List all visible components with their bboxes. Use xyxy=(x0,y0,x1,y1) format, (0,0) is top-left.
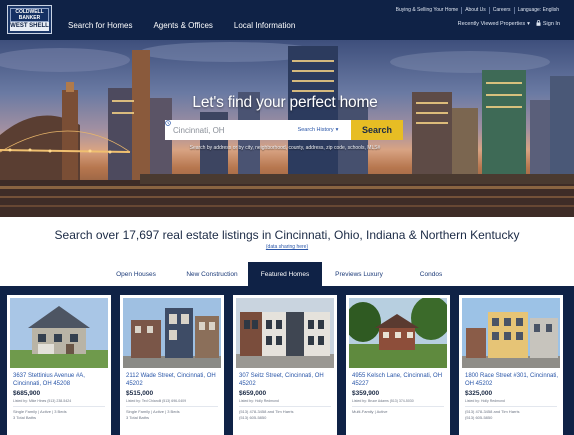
nav-local-information[interactable]: Local Information xyxy=(234,20,295,34)
listing-price: $359,900 xyxy=(352,390,380,397)
card-divider xyxy=(239,406,331,407)
listing-price: $659,000 xyxy=(239,390,267,397)
listing-tabs: Open Houses New Construction Featured Ho… xyxy=(96,262,466,286)
listing-meta: (513) 478-3458 and Tim Harris (513) 605-… xyxy=(465,409,560,420)
logo-top-text: COLDWELL BANKER xyxy=(10,8,49,22)
search-history-label: Search History xyxy=(297,127,334,133)
listing-meta-line: (513) 605-5850 xyxy=(465,414,493,420)
listing-address[interactable]: 307 Seitz Street, Cincinnati, OH 45202 xyxy=(239,373,334,388)
listing-meta-line: Multi-Family | Active xyxy=(352,409,388,414)
listing-meta: Single Family | Active | 3 Beds 3 Total … xyxy=(13,409,108,420)
util-link-about-us[interactable]: About Us xyxy=(461,7,489,14)
hero-banner: Let's find your perfect home Search Hist… xyxy=(0,40,574,217)
listing-card[interactable]: 2112 Wade Street, Cincinnati, OH 45202 $… xyxy=(120,295,224,435)
listing-price: $325,000 xyxy=(465,390,493,397)
data-sharing-link[interactable]: (data sharing here) xyxy=(0,244,574,250)
logo-bottom-text: WEST SHELL xyxy=(10,22,49,31)
sign-in-label: Sign In xyxy=(542,21,560,27)
tab-new-construction[interactable]: New Construction xyxy=(176,262,248,286)
chevron-down-icon: ▾ xyxy=(527,21,530,27)
chevron-down-icon: ▾ xyxy=(335,127,339,133)
lock-icon xyxy=(536,20,541,28)
listing-photo[interactable] xyxy=(236,298,334,368)
search-input[interactable] xyxy=(165,120,283,140)
listing-meta-line: 3 Total Baths xyxy=(126,414,150,420)
nav-agents-offices[interactable]: Agents & Offices xyxy=(153,20,212,34)
utility-nav: Buying & Selling Your Home About Us Care… xyxy=(393,7,562,14)
account-nav: Recently Viewed Properties ▾ Sign In xyxy=(458,20,560,28)
tab-previews-luxury[interactable]: Previews Luxury xyxy=(322,262,396,286)
listing-photo[interactable] xyxy=(349,298,447,368)
listing-price: $515,000 xyxy=(126,390,154,397)
hero-title: Let's find your perfect home xyxy=(192,94,378,111)
card-divider xyxy=(352,406,444,407)
listing-agent: Listed by: Ted Chiarolli (513) 696-0409 xyxy=(126,399,187,403)
listing-meta-line: (513) 605-5850 xyxy=(239,414,267,420)
listing-agent: Listed by: Mike Hines (513) 238-5424 xyxy=(13,399,72,403)
tab-featured-homes[interactable]: Featured Homes xyxy=(248,262,322,286)
search-button[interactable]: Search xyxy=(351,120,403,140)
util-link-careers[interactable]: Careers xyxy=(488,7,514,14)
listing-address[interactable]: 2112 Wade Street, Cincinnati, OH 45202 xyxy=(126,373,221,388)
main-nav: Search for Homes Agents & Offices Local … xyxy=(68,20,295,34)
card-divider xyxy=(13,406,105,407)
search-hint: Search by address or by city, neighborho… xyxy=(189,145,381,151)
listing-address[interactable]: 4955 Kelsch Lane, Cincinnati, OH 45227 xyxy=(352,373,447,388)
listing-card[interactable]: 3637 Stettinius Avenue #A, Cincinnati, O… xyxy=(7,295,111,435)
listing-agent: Listed by: Holly Redmond xyxy=(465,399,505,403)
listing-meta: Multi-Family | Active xyxy=(352,409,447,415)
util-link-language[interactable]: Language: English xyxy=(513,7,562,14)
listing-meta-line: 3 Total Baths xyxy=(13,414,37,420)
featured-listings: 3637 Stettinius Avenue #A, Cincinnati, O… xyxy=(0,286,574,435)
listing-meta: (513) 478-3458 and Tim Harris (513) 605-… xyxy=(239,409,334,420)
site-header: COLDWELL BANKER WEST SHELL Search for Ho… xyxy=(0,0,574,40)
listing-address[interactable]: 1800 Race Street #301, Cincinnati, OH 45… xyxy=(465,373,560,388)
listing-photo[interactable] xyxy=(123,298,221,368)
search-bar: Search History ▾ Search xyxy=(165,120,403,140)
card-divider xyxy=(465,406,557,407)
listing-count-headline: Search over 17,697 real estate listings … xyxy=(54,228,520,242)
search-history-dropdown[interactable]: Search History ▾ xyxy=(165,120,351,140)
listing-photo[interactable] xyxy=(10,298,108,368)
listing-photo[interactable] xyxy=(462,298,560,368)
recently-viewed-dropdown[interactable]: Recently Viewed Properties ▾ xyxy=(458,21,530,27)
listing-price: $685,900 xyxy=(13,390,41,397)
listing-meta: Single Family | Active | 3 Beds 3 Total … xyxy=(126,409,221,420)
brand-logo[interactable]: COLDWELL BANKER WEST SHELL xyxy=(7,5,52,34)
card-divider xyxy=(126,406,218,407)
listing-card[interactable]: 1800 Race Street #301, Cincinnati, OH 45… xyxy=(459,295,563,435)
listing-address[interactable]: 3637 Stettinius Avenue #A, Cincinnati, O… xyxy=(13,373,108,388)
sign-in-link[interactable]: Sign In xyxy=(536,20,560,28)
listing-agent: Listed by: Bruce Adams (513) 374-5030 xyxy=(352,399,414,403)
listing-card[interactable]: 4955 Kelsch Lane, Cincinnati, OH 45227 $… xyxy=(346,295,450,435)
listing-card[interactable]: 307 Seitz Street, Cincinnati, OH 45202 $… xyxy=(233,295,337,435)
recently-viewed-label: Recently Viewed Properties xyxy=(457,21,526,27)
nav-search-for-homes[interactable]: Search for Homes xyxy=(68,20,132,34)
listing-agent: Listed by: Holly Redmond xyxy=(239,399,279,403)
tab-condos[interactable]: Condos xyxy=(396,262,466,286)
util-link-buying-selling[interactable]: Buying & Selling Your Home xyxy=(393,7,462,14)
tab-open-houses[interactable]: Open Houses xyxy=(96,262,176,286)
